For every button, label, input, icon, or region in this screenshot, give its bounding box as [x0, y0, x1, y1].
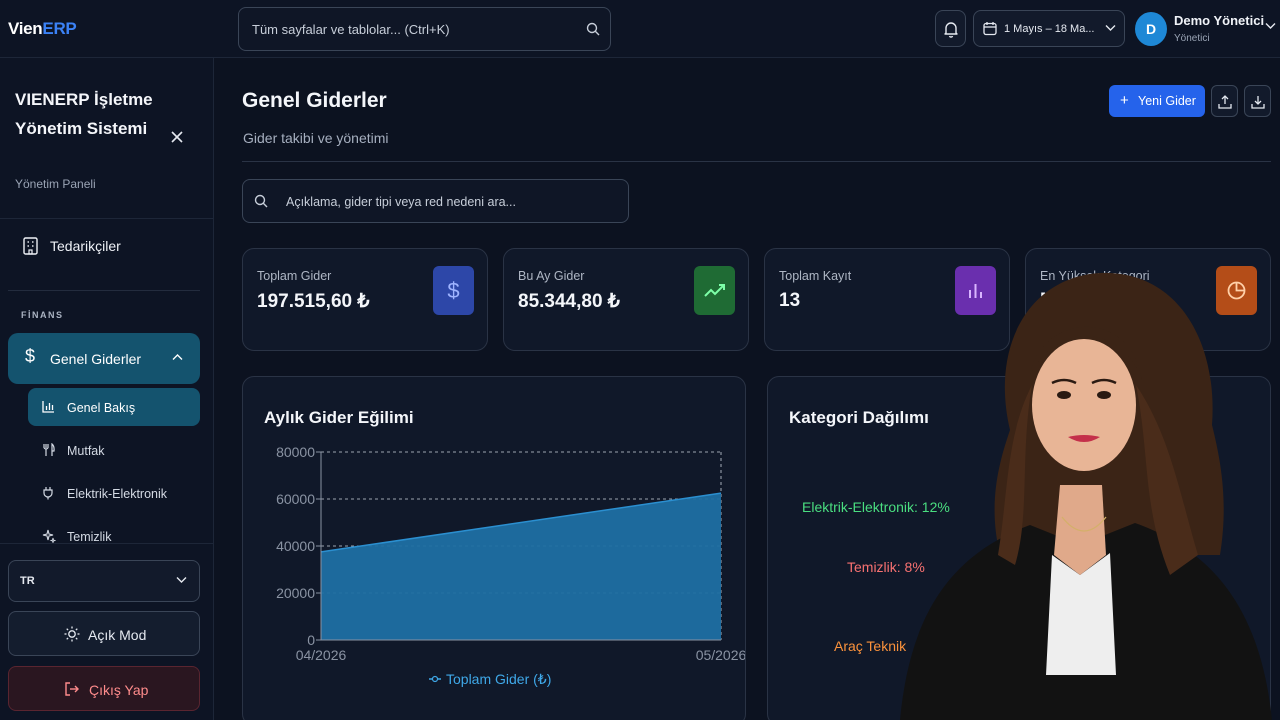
- brand-logo[interactable]: VienERP: [8, 19, 77, 39]
- sidebar-item-label: Genel Bakış: [67, 401, 136, 415]
- brand-part-1: Vien: [8, 19, 43, 38]
- expense-search-placeholder: Açıklama, gider tipi veya red nedeni ara…: [286, 195, 516, 209]
- bell-icon: [944, 22, 958, 38]
- stat-card-this-month: Bu Ay Gider 85.344,80 ₺: [503, 248, 749, 351]
- legend-marker: [431, 675, 439, 683]
- divider: [0, 218, 214, 219]
- chevron-down-icon: [1105, 25, 1116, 31]
- user-menu-chevron-icon[interactable]: [1265, 22, 1276, 30]
- divider: [242, 161, 1271, 162]
- sidebar-item-label: Mutfak: [67, 444, 105, 458]
- sidebar: VIENERP İşletme Yönetim Sistemi Yönetim …: [0, 58, 214, 720]
- logout-label: Çıkış Yap: [89, 682, 149, 698]
- stat-card-label: Bu Ay Gider: [518, 269, 585, 283]
- legend-label: Toplam Gider (₺): [446, 671, 551, 687]
- language-select[interactable]: TR: [8, 560, 200, 602]
- sidebar-item-temizlik[interactable]: Temizlik: [28, 517, 200, 555]
- sidebar-title: VIENERP İşletme Yönetim Sistemi: [15, 90, 153, 138]
- notifications-button[interactable]: [935, 10, 966, 47]
- divider: [8, 290, 200, 291]
- sidebar-item-elektrik-elektronik[interactable]: Elektrik-Elektronik: [28, 474, 200, 512]
- svg-text:$: $: [447, 278, 459, 303]
- search-icon: [254, 194, 268, 208]
- download-button[interactable]: [1244, 85, 1271, 117]
- new-expense-button[interactable]: + Yeni Gider: [1109, 85, 1205, 117]
- stat-card-label: Toplam Gider: [257, 269, 332, 283]
- close-icon[interactable]: [170, 130, 184, 144]
- sidebar-item-label: Tedarikçiler: [50, 238, 121, 254]
- sidebar-subtitle: Yönetim Paneli: [15, 177, 96, 191]
- language-value: TR: [20, 575, 35, 587]
- utensils-icon: [43, 443, 55, 456]
- presenter-photo: [900, 272, 1272, 720]
- top-bar: VienERP Tüm sayfalar ve tablolar... (Ctr…: [0, 0, 1280, 58]
- y-tick-label: 20000: [276, 585, 315, 601]
- plug-icon: [43, 487, 53, 500]
- sparkles-icon: [42, 529, 56, 543]
- chevron-up-icon: [172, 354, 183, 360]
- brand-part-2: ERP: [42, 19, 77, 38]
- new-expense-label: Yeni Gider: [1138, 94, 1196, 108]
- upload-button[interactable]: [1211, 85, 1238, 117]
- sidebar-item-mutfak[interactable]: Mutfak: [28, 431, 200, 469]
- bar-chart-icon: [42, 401, 54, 413]
- sidebar-item-label: Temizlik: [67, 530, 112, 544]
- date-range-text: 1 Mayıs – 18 Ma...: [1004, 23, 1095, 35]
- plus-icon: +: [1120, 92, 1129, 109]
- user-role: Yönetici: [1174, 33, 1210, 44]
- monthly-trend-panel: Aylık Gider Eğilimi 0 20000 40000 60000 8000…: [242, 376, 746, 720]
- divider: [0, 543, 214, 544]
- x-tick-label: 05/2026: [696, 647, 745, 663]
- dollar-icon: $: [433, 266, 474, 315]
- building-icon: [23, 237, 38, 255]
- stat-card-value: 13: [779, 290, 801, 311]
- y-tick-label: 40000: [276, 538, 315, 554]
- page-title: Genel Giderler: [242, 89, 387, 112]
- expense-search-input[interactable]: Açıklama, gider tipi veya red nedeni ara…: [242, 179, 629, 223]
- download-icon: [1251, 96, 1265, 109]
- stat-card-value: 85.344,80 ₺: [518, 291, 620, 312]
- upload-icon: [1218, 95, 1232, 109]
- monthly-trend-chart: 0 20000 40000 60000 80000 04/2026 05/2026 Topla…: [276, 444, 745, 687]
- y-tick-label: 0: [307, 632, 315, 648]
- y-tick-label: 80000: [276, 444, 315, 460]
- global-search-input[interactable]: Tüm sayfalar ve tablolar... (Ctrl+K): [238, 7, 611, 51]
- sidebar-group-label: Genel Giderler: [50, 351, 142, 367]
- date-range-picker[interactable]: 1 Mayıs – 18 Ma...: [973, 10, 1125, 47]
- logout-icon: [65, 682, 79, 696]
- x-tick-label: 04/2026: [296, 647, 347, 663]
- y-tick-label: 60000: [276, 491, 315, 507]
- logout-button[interactable]: Çıkış Yap: [8, 666, 200, 711]
- light-mode-button[interactable]: Açık Mod: [8, 611, 200, 656]
- avatar[interactable]: D: [1135, 12, 1167, 46]
- trending-up-icon: [694, 266, 735, 315]
- stat-card-value: 197.515,60 ₺: [257, 291, 370, 312]
- page-subtitle: Gider takibi ve yönetimi: [243, 130, 389, 146]
- user-name[interactable]: Demo Yönetici: [1174, 13, 1264, 28]
- dollar-icon: $: [25, 346, 36, 366]
- calendar-icon: [983, 22, 997, 36]
- sidebar-group-genel-giderler[interactable]: $ Genel Giderler: [8, 333, 200, 384]
- sidebar-item-genel-bakis[interactable]: Genel Bakış: [28, 388, 200, 426]
- stat-card-total-expense: Toplam Gider 197.515,60 ₺ $: [242, 248, 488, 351]
- area-series: [321, 493, 721, 640]
- sun-icon: [64, 626, 80, 642]
- global-search-placeholder: Tüm sayfalar ve tablolar... (Ctrl+K): [252, 22, 450, 37]
- sidebar-section-label: FİNANS: [21, 310, 64, 320]
- chevron-down-icon: [176, 577, 187, 583]
- light-mode-label: Açık Mod: [88, 627, 147, 643]
- search-icon: [586, 22, 600, 36]
- stat-card-label: Toplam Kayıt: [779, 269, 852, 283]
- sidebar-item-label: Elektrik-Elektronik: [67, 487, 168, 501]
